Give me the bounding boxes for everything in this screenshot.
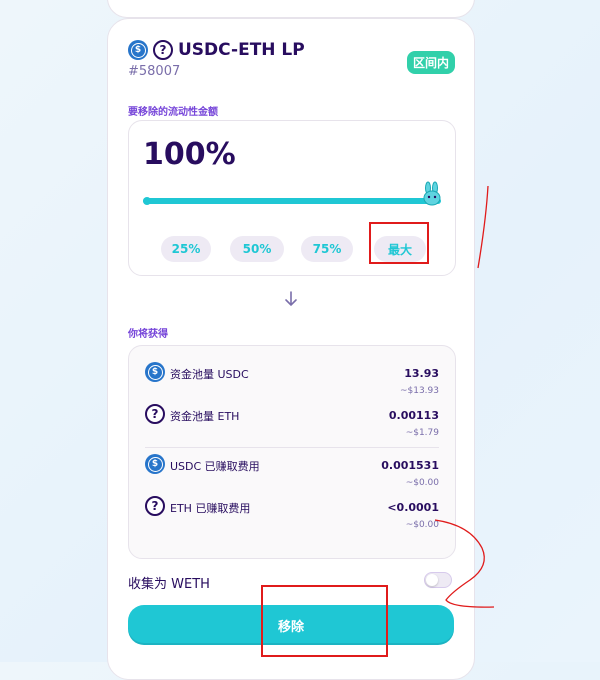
handdrawn-annotation-strokes [434, 185, 495, 608]
